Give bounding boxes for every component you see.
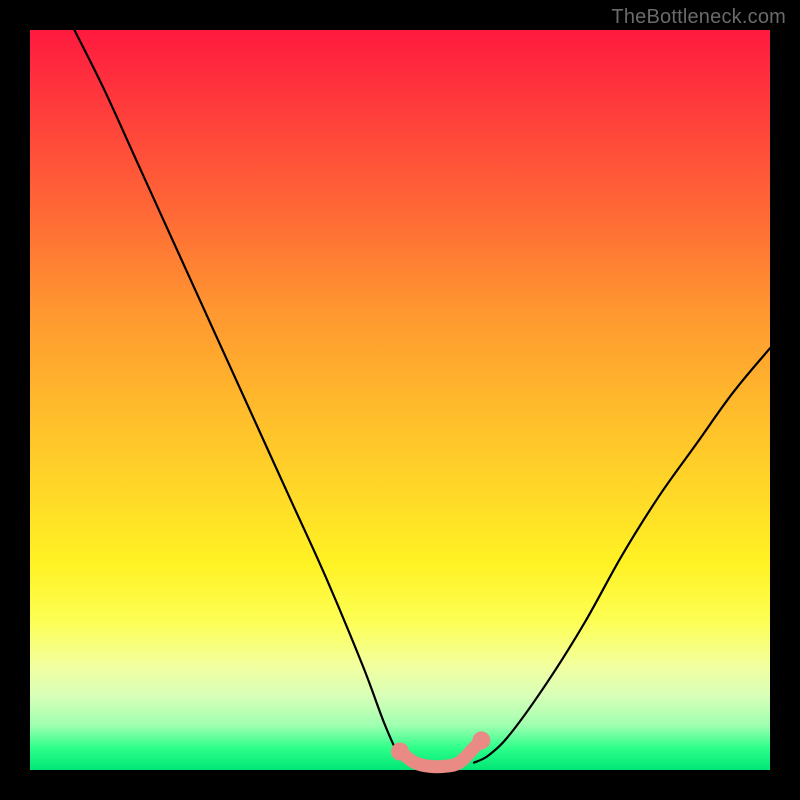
chart-frame: TheBottleneck.com [0, 0, 800, 800]
watermark-text: TheBottleneck.com [611, 6, 786, 29]
left-curve [74, 30, 414, 763]
right-curve [474, 348, 770, 762]
plot-area [30, 30, 770, 770]
curve-svg [30, 30, 770, 770]
